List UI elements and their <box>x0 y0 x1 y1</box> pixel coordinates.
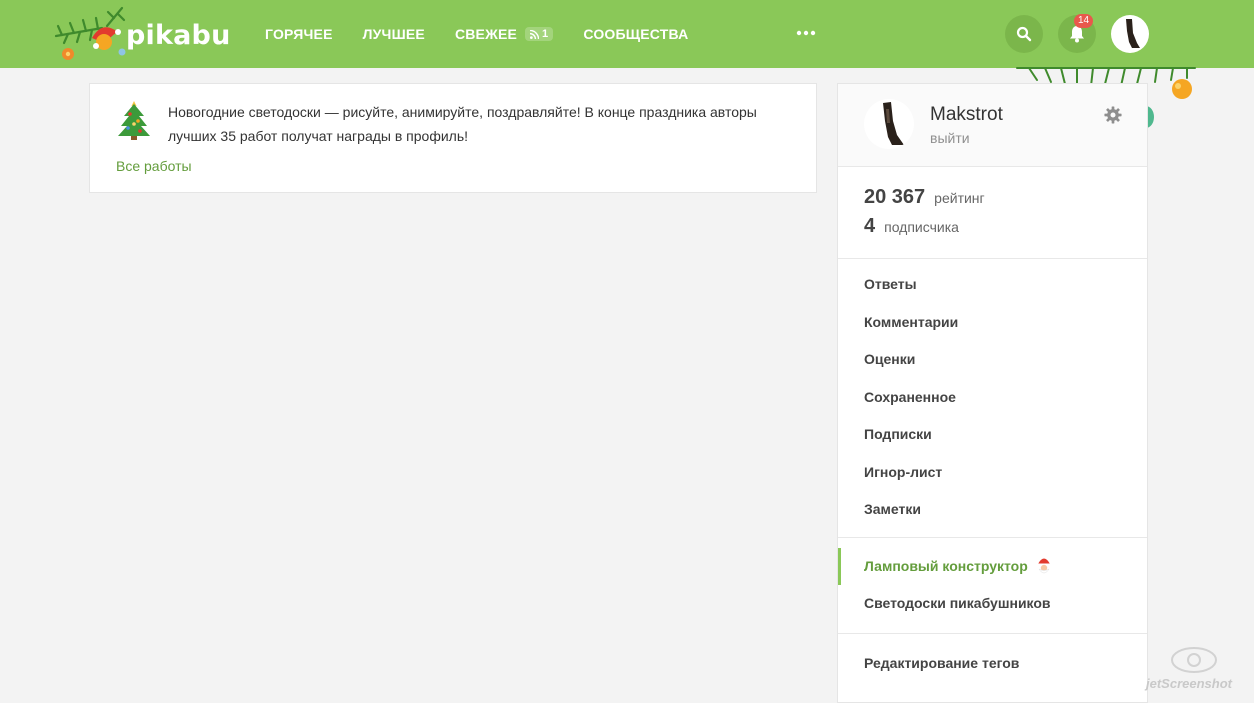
profile-sidebar: Makstrot выйти 20 367 рейтинг 4 подписчи… <box>837 83 1148 703</box>
rating-row: 20 367 рейтинг <box>864 186 985 209</box>
pikabu-logo[interactable]: pikabu <box>52 6 230 60</box>
logo-text: pikabu <box>126 20 231 51</box>
fresh-count: 1 <box>542 28 549 40</box>
profile-username[interactable]: Makstrot <box>930 104 1003 126</box>
subscribers-label: подписчика <box>884 219 959 235</box>
nav-fresh-label: СВЕЖЕЕ <box>454 26 518 42</box>
menu-item-notes[interactable]: Заметки <box>838 491 1147 529</box>
subscribers-row[interactable]: 4 подписчика <box>864 215 959 238</box>
more-menu-icon[interactable] <box>796 23 816 48</box>
profile-menu-tags: Редактирование тегов <box>838 634 1147 683</box>
avatar-image-icon <box>1126 19 1140 48</box>
nav-best-label: ЛУЧШЕЕ <box>362 26 425 42</box>
santa-icon <box>1036 556 1052 573</box>
profile-menu: Ответы Комментарии Оценки Сохраненное По… <box>838 259 1147 538</box>
nav-communities-label: СООБЩЕСТВА <box>583 26 689 42</box>
nav-hot[interactable]: ГОРЯЧЕЕ <box>265 26 333 42</box>
all-works-link[interactable]: Все работы <box>116 158 192 174</box>
rss-icon <box>530 29 540 39</box>
nav-hot-label: ГОРЯЧЕЕ <box>265 26 333 42</box>
subscribers-value: 4 <box>864 215 876 237</box>
nav-fresh[interactable]: СВЕЖЕЕ 1 <box>454 26 554 42</box>
search-icon <box>1016 26 1032 42</box>
profile-stats: 20 367 рейтинг 4 подписчика <box>838 167 1147 259</box>
lamp-constructor-label: Ламповый конструктор <box>864 557 1028 574</box>
menu-item-edit-tags[interactable]: Редактирование тегов <box>838 645 1147 683</box>
nav-best[interactable]: ЛУЧШЕЕ <box>363 26 425 42</box>
menu-item-comments[interactable]: Комментарии <box>838 304 1147 342</box>
nav-communities[interactable]: СООБЩЕСТВА <box>583 26 688 42</box>
rating-value: 20 367 <box>864 186 926 208</box>
fresh-count-badge: 1 <box>525 27 554 41</box>
rating-label: рейтинг <box>934 190 985 206</box>
menu-item-ratings[interactable]: Оценки <box>838 341 1147 379</box>
menu-item-ignore-list[interactable]: Игнор-лист <box>838 454 1147 492</box>
notifications-count-badge: 14 <box>1074 14 1094 28</box>
profile-avatar[interactable] <box>864 99 914 149</box>
watermark-logo-icon <box>1171 647 1217 673</box>
profile-header: Makstrot выйти <box>838 84 1147 167</box>
menu-item-answers[interactable]: Ответы <box>838 266 1147 304</box>
banner-text: Новогодние светодоски — рисуйте, анимиру… <box>168 104 757 144</box>
profile-menu-special: Ламповый конструктор Светодоски пикабушн… <box>838 538 1147 634</box>
main-nav: ГОРЯЧЕЕ ЛУЧШЕЕ СВЕЖЕЕ 1 СООБЩЕСТВА <box>265 0 718 68</box>
christmas-tree-icon <box>118 101 150 140</box>
logout-link[interactable]: выйти <box>930 130 970 146</box>
menu-item-lamp-constructor[interactable]: Ламповый конструктор <box>838 547 1147 585</box>
menu-item-light-boards[interactable]: Светодоски пикабушников <box>838 585 1147 623</box>
watermark-text: jetScreenshot <box>1146 676 1232 691</box>
notifications-button[interactable]: 14 <box>1058 14 1096 53</box>
top-header: pikabu ГОРЯЧЕЕ ЛУЧШЕЕ СВЕЖЕЕ 1 СООБЩЕСТВ… <box>0 0 1254 68</box>
gear-icon[interactable] <box>1104 106 1122 124</box>
new-year-banner: Новогодние светодоски — рисуйте, анимиру… <box>89 83 817 193</box>
search-button[interactable] <box>1005 15 1043 53</box>
user-avatar-button[interactable] <box>1111 15 1149 53</box>
menu-item-subscriptions[interactable]: Подписки <box>838 416 1147 454</box>
avatar-image-icon <box>883 102 904 145</box>
menu-item-saved[interactable]: Сохраненное <box>838 379 1147 417</box>
